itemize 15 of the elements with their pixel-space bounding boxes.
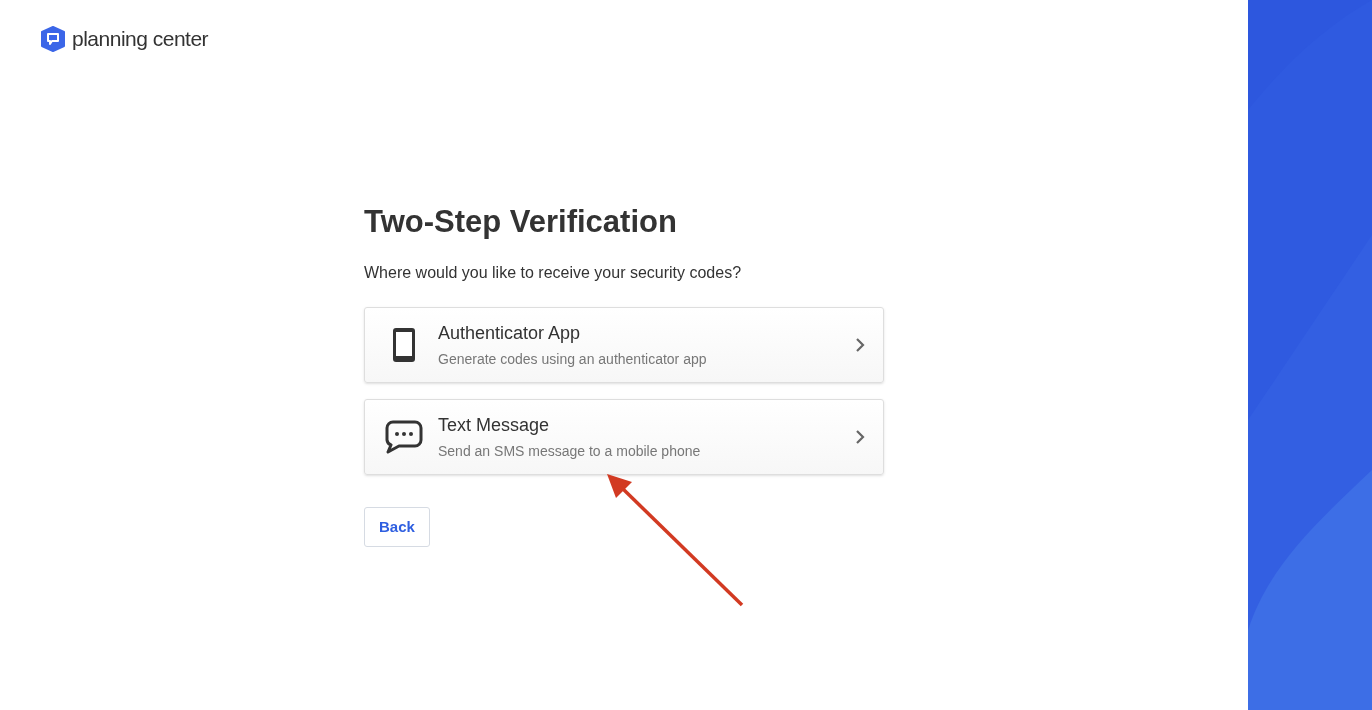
phone-icon	[392, 327, 416, 363]
prompt-text: Where would you like to receive your security codes?	[364, 263, 743, 283]
option-description: Send an SMS message to a mobile phone	[438, 442, 702, 461]
back-button[interactable]: Back	[364, 507, 430, 547]
chevron-right-icon	[855, 429, 865, 445]
option-title: Authenticator App	[438, 322, 582, 345]
page-title: Two-Step Verification	[364, 202, 678, 241]
option-card[interactable]: Authenticator App Generate codes using an authenticator app	[364, 307, 884, 383]
logo-icon	[40, 25, 66, 52]
option-card[interactable]: Text Message Send an SMS message to a mobile phone	[364, 399, 884, 475]
option-title: Text Message	[438, 414, 551, 437]
chat-bubble-icon	[385, 420, 423, 454]
chevron-right-icon	[855, 337, 865, 353]
option-description: Generate codes using an authenticator app	[438, 350, 708, 369]
logo-text: planning center	[72, 26, 209, 52]
